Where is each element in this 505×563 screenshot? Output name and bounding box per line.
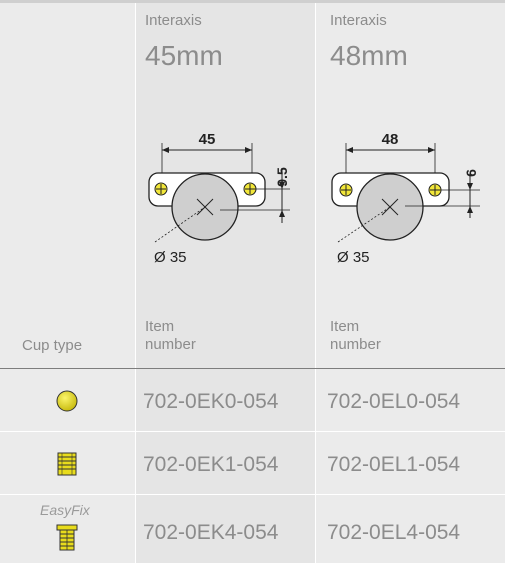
diameter-label: Ø 35 <box>337 249 370 266</box>
item-number: 702-0EK0-054 <box>143 390 279 413</box>
round-cup-icon <box>56 390 78 417</box>
column-48mm-bg <box>315 0 505 563</box>
item-number-header-48: Item number <box>330 318 381 353</box>
offset-dimension: 9.5 <box>274 167 290 187</box>
item-number: 702-0EK1-054 <box>143 453 279 476</box>
row-divider <box>0 494 505 495</box>
interaxis-value-48: 48mm <box>330 40 408 71</box>
row-divider <box>0 431 505 432</box>
hinge-diagram-45: 45 9.5 Ø 35 <box>148 131 290 266</box>
dowel-cup-icon <box>56 452 78 481</box>
item-number: 702-0EL4-054 <box>327 521 461 544</box>
offset-dimension: 6 <box>463 169 479 177</box>
cup-type-header: Cup type <box>22 337 83 354</box>
hinge-diagram-48: 48 6 Ø 35 <box>331 131 480 266</box>
easyfix-cup-icon <box>56 524 78 557</box>
interaxis-value-45: 45mm <box>145 40 223 71</box>
header-divider <box>0 368 505 369</box>
width-dimension: 45 <box>199 131 216 148</box>
item-number-header-45: Item number <box>145 318 196 353</box>
top-border <box>0 0 505 3</box>
item-number: 702-0EL0-054 <box>327 390 461 413</box>
item-number: 702-0EL1-054 <box>327 453 461 476</box>
item-number: 702-0EK4-054 <box>143 521 279 544</box>
column-divider <box>315 0 316 563</box>
hinge-spec-table: Interaxis 45mm Interaxis 48mm 45 9.5 Ø 3 <box>0 0 505 563</box>
diameter-label: Ø 35 <box>154 249 187 266</box>
interaxis-label-48: Interaxis <box>330 12 387 29</box>
column-divider <box>135 0 136 563</box>
width-dimension: 48 <box>382 131 399 148</box>
easyfix-label: EasyFix <box>40 502 90 518</box>
column-45mm-bg <box>135 0 315 563</box>
interaxis-label-45: Interaxis <box>145 12 202 29</box>
